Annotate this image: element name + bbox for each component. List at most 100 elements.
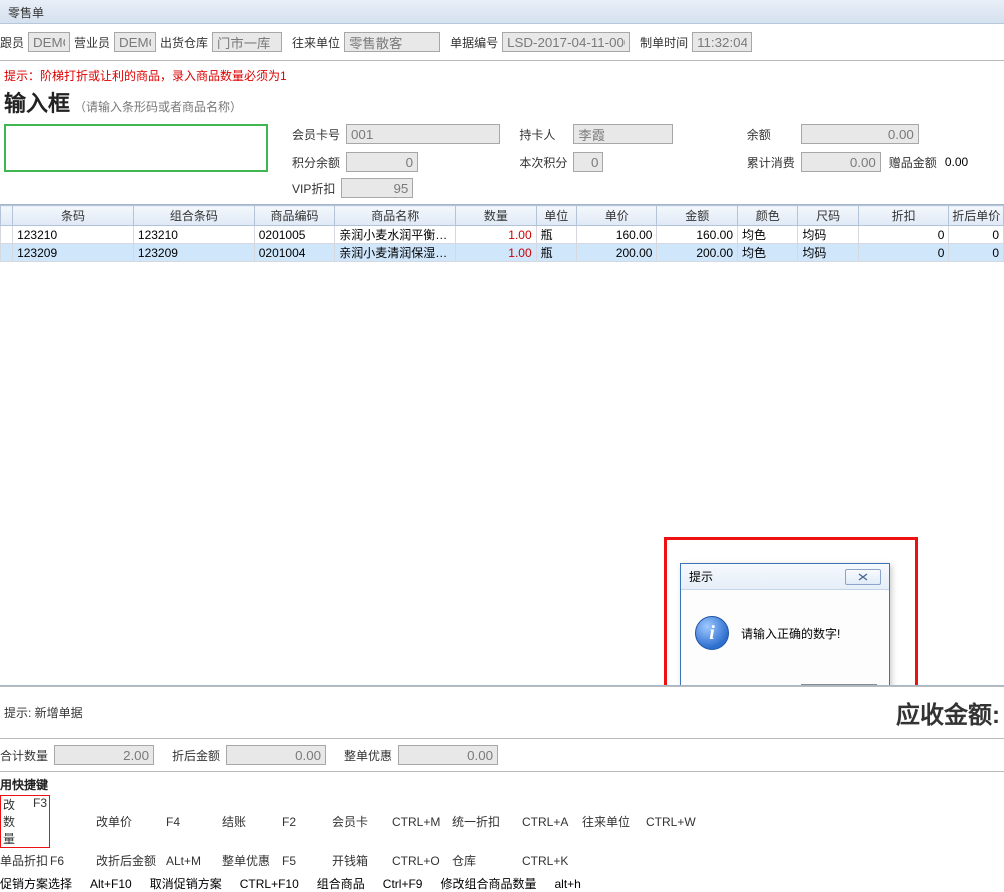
summary-row: 合计数量 折后金额 整单优惠	[0, 738, 1004, 771]
shortcut-key: Ctrl+F9	[383, 877, 423, 891]
holder-field	[573, 124, 673, 144]
dialog-message: 请输入正确的数字!	[741, 625, 840, 642]
table-header: 条码 组合条码 商品编码 商品名称 数量 单位 单价 金额 颜色 尺码 折扣 折…	[1, 206, 1004, 226]
table-row[interactable]: 1232091232090201004亲润小麦清润保湿…1.00瓶200.002…	[1, 244, 1004, 262]
vip-label: VIP折扣	[292, 180, 335, 197]
shortcut-name: 仓库	[452, 852, 522, 869]
shortcut-key: CTRL+K	[522, 854, 582, 868]
col-barcode[interactable]: 条码	[13, 206, 134, 226]
shortcut-name: 改单价	[96, 813, 166, 830]
shortcut-key: F2	[282, 815, 332, 829]
shortcut-key: F5	[282, 854, 332, 868]
member-card-label: 会员卡号	[292, 126, 340, 143]
shortcut-name: 改折后金额	[96, 852, 166, 869]
total-spent-label: 累计消费	[747, 154, 795, 171]
partner-label: 往来单位	[292, 34, 340, 51]
info-icon: i	[695, 616, 729, 650]
shortcut-name: 开钱箱	[332, 852, 392, 869]
shortcut-key: alt+h	[554, 877, 580, 891]
dialog-close-button[interactable]	[845, 569, 881, 585]
shortcut-name: 组合商品	[317, 875, 365, 892]
balance-field	[801, 124, 919, 144]
total-qty-field	[54, 745, 154, 765]
barcode-input[interactable]	[4, 124, 268, 172]
col-size[interactable]: 尺码	[798, 206, 858, 226]
salesman-field[interactable]	[114, 32, 156, 52]
shortcut-key: CTRL+O	[392, 854, 452, 868]
bill-no-field	[502, 32, 630, 52]
col-combo[interactable]: 组合条码	[133, 206, 254, 226]
input-title: 输入框	[4, 86, 70, 118]
after-discount-field	[226, 745, 326, 765]
after-discount-label: 折后金额	[172, 747, 220, 764]
balance-label: 余额	[747, 126, 795, 143]
close-icon	[858, 573, 868, 581]
whole-discount-label: 整单优惠	[344, 747, 392, 764]
input-subtitle: （请输入条形码或者商品名称）	[74, 98, 242, 115]
col-qty[interactable]: 数量	[456, 206, 537, 226]
shortcut-section-title: 用快捷键	[0, 771, 1004, 795]
bill-no-label: 单据编号	[450, 34, 498, 51]
col-name[interactable]: 商品名称	[335, 206, 456, 226]
points-balance-field	[346, 152, 418, 172]
status-hint: 提示: 新增单据	[4, 704, 83, 721]
vip-field	[341, 178, 413, 198]
shortcut-key: CTRL+M	[392, 815, 452, 829]
bill-time-label: 制单时间	[640, 34, 688, 51]
top-toolbar: 跟员 营业员 出货仓库 往来单位 单据编号 制单时间	[0, 24, 1004, 61]
shortcut-highlight: 改数量F3	[0, 795, 50, 848]
shortcut-key: CTRL+W	[646, 815, 706, 829]
warehouse-field[interactable]	[212, 32, 282, 52]
gift-label: 赠品金额	[889, 154, 937, 171]
col-discount[interactable]: 折扣	[858, 206, 949, 226]
shortcut-name: 会员卡	[332, 813, 392, 830]
col-after[interactable]: 折后单价	[949, 206, 1004, 226]
this-points-field	[573, 152, 603, 172]
shortcut-name: 修改组合商品数量	[440, 875, 536, 892]
clerk-label: 跟员	[0, 34, 24, 51]
shortcut-key: F6	[50, 854, 96, 868]
shortcut-name: 改数量	[3, 796, 19, 847]
shortcuts-row2: 单品折扣F6改折后金额ALt+M整单优惠F5开钱箱CTRL+O仓库CTRL+K	[0, 852, 1004, 873]
col-price[interactable]: 单价	[576, 206, 657, 226]
shortcut-name: 往来单位	[582, 813, 646, 830]
items-table-wrap: 条码 组合条码 商品编码 商品名称 数量 单位 单价 金额 颜色 尺码 折扣 折…	[0, 204, 1004, 686]
warehouse-label: 出货仓库	[160, 34, 208, 51]
items-table[interactable]: 条码 组合条码 商品编码 商品名称 数量 单位 单价 金额 颜色 尺码 折扣 折…	[0, 205, 1004, 262]
shortcut-name: 结账	[222, 813, 282, 830]
due-amount-label: 应收金额:	[896, 695, 1000, 730]
input-header: 输入框 （请输入条形码或者商品名称）	[0, 86, 1004, 122]
member-card-field[interactable]	[346, 124, 500, 144]
shortcut-key: F4	[166, 815, 222, 829]
col-color[interactable]: 颜色	[738, 206, 798, 226]
shortcut-key: Alt+F10	[90, 877, 132, 891]
shortcut-key: ALt+M	[166, 854, 222, 868]
partner-field[interactable]	[344, 32, 440, 52]
window-titlebar: 零售单	[0, 0, 1004, 24]
col-amount[interactable]: 金额	[657, 206, 738, 226]
member-info: 会员卡号 持卡人 余额 积分余额 本次积分 累计消费 赠品金额 0.00	[292, 124, 968, 172]
tip-text: 提示：阶梯打折或让利的商品，录入商品数量必须为1	[0, 61, 1004, 86]
col-code[interactable]: 商品编码	[254, 206, 335, 226]
window-title: 零售单	[8, 6, 44, 20]
col-unit[interactable]: 单位	[536, 206, 576, 226]
points-balance-label: 积分余额	[292, 154, 340, 171]
total-qty-label: 合计数量	[0, 747, 48, 764]
shortcut-name: 单品折扣	[0, 852, 50, 869]
shortcut-name: 整单优惠	[222, 852, 282, 869]
shortcuts-row3: 促销方案选择Alt+F10取消促销方案CTRL+F10组合商品Ctrl+F9修改…	[0, 873, 1004, 892]
shortcut-name: 统一折扣	[452, 813, 522, 830]
status-bar: 提示: 新增单据 应收金额:	[0, 686, 1004, 738]
table-row[interactable]: 1232101232100201005亲润小麦水润平衡…1.00瓶160.001…	[1, 226, 1004, 244]
bill-time-field	[692, 32, 752, 52]
this-points-label: 本次积分	[519, 154, 567, 171]
salesman-label: 营业员	[74, 34, 110, 51]
holder-label: 持卡人	[519, 126, 567, 143]
alert-dialog: 提示 i 请输入正确的数字! 确定	[680, 563, 890, 686]
shortcut-key: CTRL+F10	[240, 877, 299, 891]
total-spent-field	[801, 152, 881, 172]
clerk-field[interactable]	[28, 32, 70, 52]
shortcut-key: CTRL+A	[522, 815, 582, 829]
shortcut-name: 取消促销方案	[150, 875, 222, 892]
dialog-ok-button[interactable]: 确定	[801, 684, 877, 686]
